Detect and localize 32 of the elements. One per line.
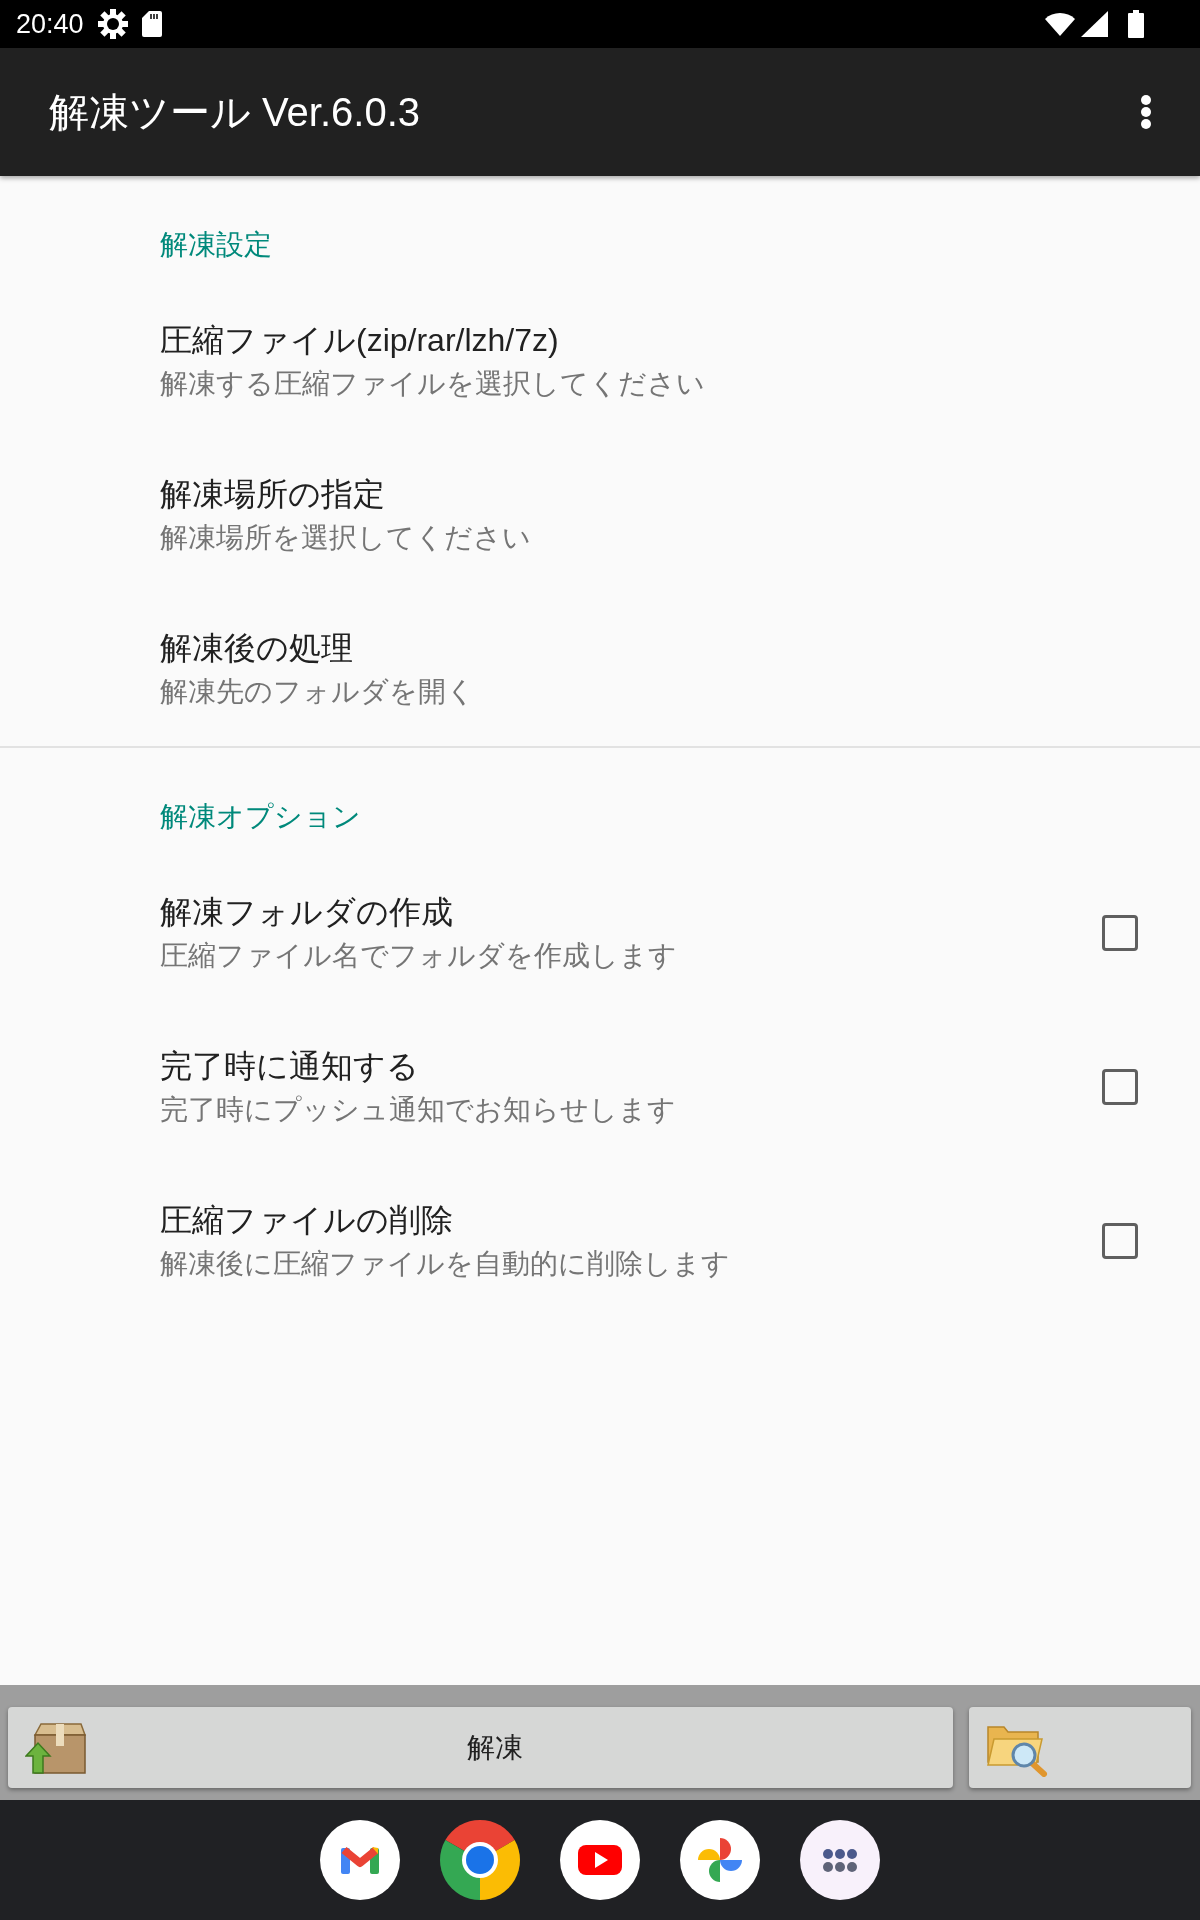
app-title: 解凍ツール Ver.6.0.3 (49, 89, 421, 136)
pinwheel-app-icon[interactable] (680, 1820, 760, 1900)
checkbox[interactable] (1102, 1223, 1138, 1259)
package-upload-icon (25, 1720, 87, 1775)
section-header: 解凍オプション (160, 801, 361, 833)
browser-app-icon[interactable] (440, 1820, 520, 1900)
preference-summary: 圧縮ファイル名でフォルダを作成します (160, 939, 677, 973)
signal-icon (1081, 11, 1108, 37)
checkbox[interactable] (1102, 1069, 1138, 1105)
preference-summary: 解凍する圧縮ファイルを選択してください (160, 367, 705, 401)
preference-summary: 解凍後に圧縮ファイルを自動的に削除します (160, 1247, 730, 1281)
overflow-menu-icon[interactable] (1140, 95, 1152, 129)
checkbox[interactable] (1102, 915, 1138, 951)
preference-title[interactable]: 解凍後の処理 (160, 628, 353, 668)
gear-icon (97, 9, 128, 39)
sd-card-icon (141, 11, 162, 37)
preference-title[interactable]: 完了時に通知する (160, 1046, 419, 1086)
mail-app-icon[interactable] (320, 1820, 400, 1900)
app-drawer-icon[interactable] (800, 1820, 880, 1900)
preference-summary: 解凍先のフォルダを開く (160, 675, 475, 709)
battery-icon (1128, 10, 1144, 38)
section-header: 解凍設定 (160, 229, 272, 261)
preference-title[interactable]: 圧縮ファイル(zip/rar/lzh/7z) (160, 320, 559, 360)
preference-title[interactable]: 圧縮ファイルの削除 (160, 1200, 453, 1240)
preference-title[interactable]: 解凍場所の指定 (160, 474, 385, 514)
preference-summary: 完了時にプッシュ通知でお知らせします (160, 1093, 676, 1127)
preference-summary: 解凍場所を選択してください (160, 521, 531, 555)
status-time: 20:40 (16, 8, 84, 40)
video-play-app-icon[interactable] (560, 1820, 640, 1900)
extract-button[interactable]: 解凍 (8, 1707, 953, 1788)
preference-title[interactable]: 解凍フォルダの作成 (160, 892, 453, 932)
wifi-icon (1045, 12, 1075, 36)
